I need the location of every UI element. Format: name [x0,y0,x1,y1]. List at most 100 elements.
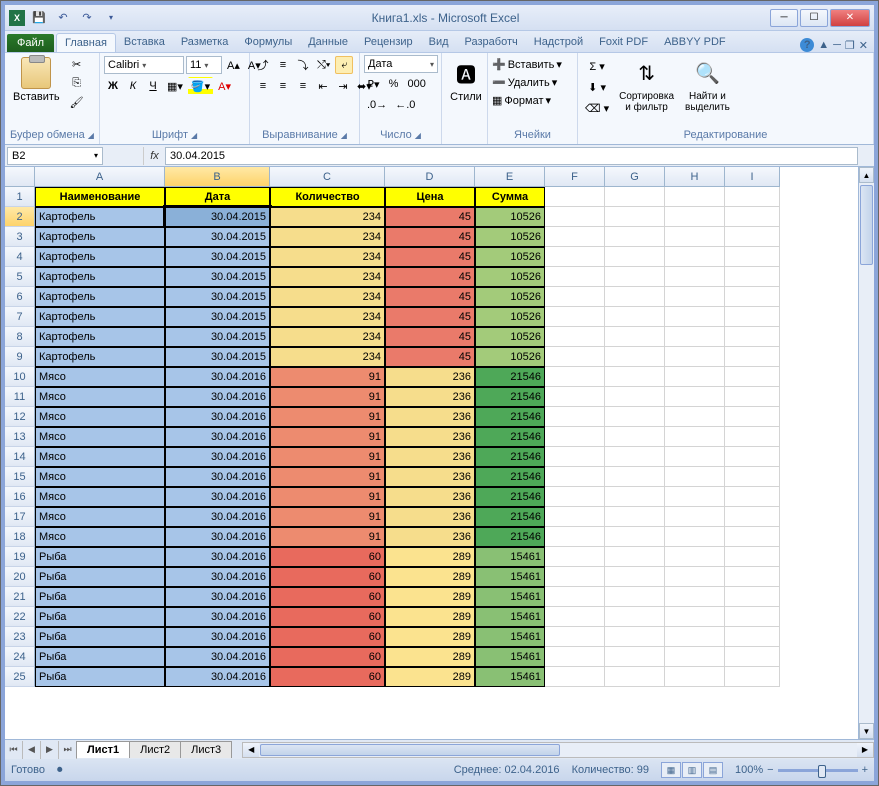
cell[interactable]: 15461 [475,627,545,647]
cell[interactable]: 10526 [475,247,545,267]
cell[interactable] [605,267,665,287]
wrap-text-icon[interactable]: ⤶ [335,56,353,74]
scroll-left-icon[interactable]: ◀ [243,743,259,757]
cell[interactable]: 91 [270,507,385,527]
cell[interactable] [725,387,780,407]
cell[interactable] [725,287,780,307]
cell[interactable] [545,287,605,307]
cell[interactable]: 289 [385,667,475,687]
cell[interactable]: 234 [270,327,385,347]
cell[interactable] [725,607,780,627]
align-bottom-icon[interactable]: ⤵ [294,56,312,74]
row-header[interactable]: 15 [5,467,35,487]
cell[interactable]: Картофель [35,227,165,247]
insert-cells-button[interactable]: ➕Вставить ▾ [492,57,562,72]
cell[interactable] [725,347,780,367]
cell[interactable] [545,607,605,627]
cut-icon[interactable]: ✂ [67,55,87,73]
cell[interactable]: Картофель [35,347,165,367]
cell[interactable] [725,527,780,547]
cell[interactable]: Рыба [35,607,165,627]
cell[interactable]: 45 [385,307,475,327]
cell[interactable]: 30.04.2016 [165,547,270,567]
cell[interactable]: Мясо [35,367,165,387]
row-header[interactable]: 24 [5,647,35,667]
ribbon-tab-надстрой[interactable]: Надстрой [526,33,591,52]
fill-color-icon[interactable]: 🪣▾ [188,77,213,95]
cell[interactable]: Рыба [35,667,165,687]
tab-nav-prev-icon[interactable]: ◀ [23,741,41,759]
cell[interactable]: 234 [270,307,385,327]
cell[interactable]: 236 [385,487,475,507]
cell[interactable] [545,467,605,487]
cell[interactable] [665,387,725,407]
col-header-G[interactable]: G [605,167,665,187]
cell[interactable] [545,387,605,407]
row-header[interactable]: 5 [5,267,35,287]
cell[interactable]: 30.04.2016 [165,407,270,427]
cell[interactable] [545,307,605,327]
cell[interactable] [665,467,725,487]
cell[interactable] [665,287,725,307]
align-left-icon[interactable]: ≡ [254,77,272,95]
qat-customize-icon[interactable]: ▾ [101,8,121,28]
ribbon-tab-разметка[interactable]: Разметка [173,33,237,52]
cell[interactable]: 60 [270,587,385,607]
cell[interactable] [665,567,725,587]
currency-icon[interactable]: ₽▾ [364,75,383,93]
cell[interactable]: 45 [385,247,475,267]
formula-input[interactable]: 30.04.2015 [165,147,858,165]
font-color-icon[interactable]: A▾ [215,77,234,95]
cell[interactable] [665,327,725,347]
cell[interactable] [665,647,725,667]
align-right-icon[interactable]: ≡ [294,77,312,95]
number-format-combo[interactable]: Дата▾ [364,55,438,73]
row-header[interactable]: 22 [5,607,35,627]
cell[interactable]: 15461 [475,607,545,627]
row-header[interactable]: 14 [5,447,35,467]
cell[interactable]: 21546 [475,447,545,467]
comma-icon[interactable]: 000 [405,75,429,93]
cell[interactable] [605,407,665,427]
cell[interactable]: 30.04.2015 [165,307,270,327]
row-header[interactable]: 21 [5,587,35,607]
cell[interactable] [545,567,605,587]
find-select-button[interactable]: 🔍 Найти и выделить [681,55,734,115]
cell[interactable]: 10526 [475,327,545,347]
cell[interactable] [725,567,780,587]
cell[interactable] [665,407,725,427]
row-header[interactable]: 10 [5,367,35,387]
row-header[interactable]: 1 [5,187,35,207]
cell[interactable]: 21546 [475,467,545,487]
row-header[interactable]: 3 [5,227,35,247]
cell[interactable]: 45 [385,287,475,307]
cell[interactable] [605,187,665,207]
cell[interactable] [665,247,725,267]
cell[interactable]: 236 [385,387,475,407]
row-header[interactable]: 19 [5,547,35,567]
cell[interactable]: 236 [385,507,475,527]
cell[interactable] [665,507,725,527]
view-layout-icon[interactable]: ▥ [682,762,702,778]
mdi-close-icon[interactable]: ✕ [859,39,868,52]
cell[interactable]: 234 [270,287,385,307]
cell[interactable] [725,507,780,527]
cell[interactable]: 236 [385,527,475,547]
cell[interactable]: 30.04.2015 [165,327,270,347]
cell[interactable] [605,647,665,667]
ribbon-tab-данные[interactable]: Данные [300,33,356,52]
cell[interactable] [605,667,665,687]
row-header[interactable]: 12 [5,407,35,427]
cell[interactable] [605,307,665,327]
cell[interactable] [665,427,725,447]
cell[interactable] [665,187,725,207]
cell[interactable]: 21546 [475,507,545,527]
cell[interactable]: 15461 [475,587,545,607]
row-header[interactable]: 4 [5,247,35,267]
cell[interactable]: 234 [270,267,385,287]
cell[interactable]: 91 [270,467,385,487]
cell[interactable]: 30.04.2016 [165,487,270,507]
cell[interactable] [725,667,780,687]
ribbon-tab-формулы[interactable]: Формулы [236,33,300,52]
cell[interactable] [725,587,780,607]
